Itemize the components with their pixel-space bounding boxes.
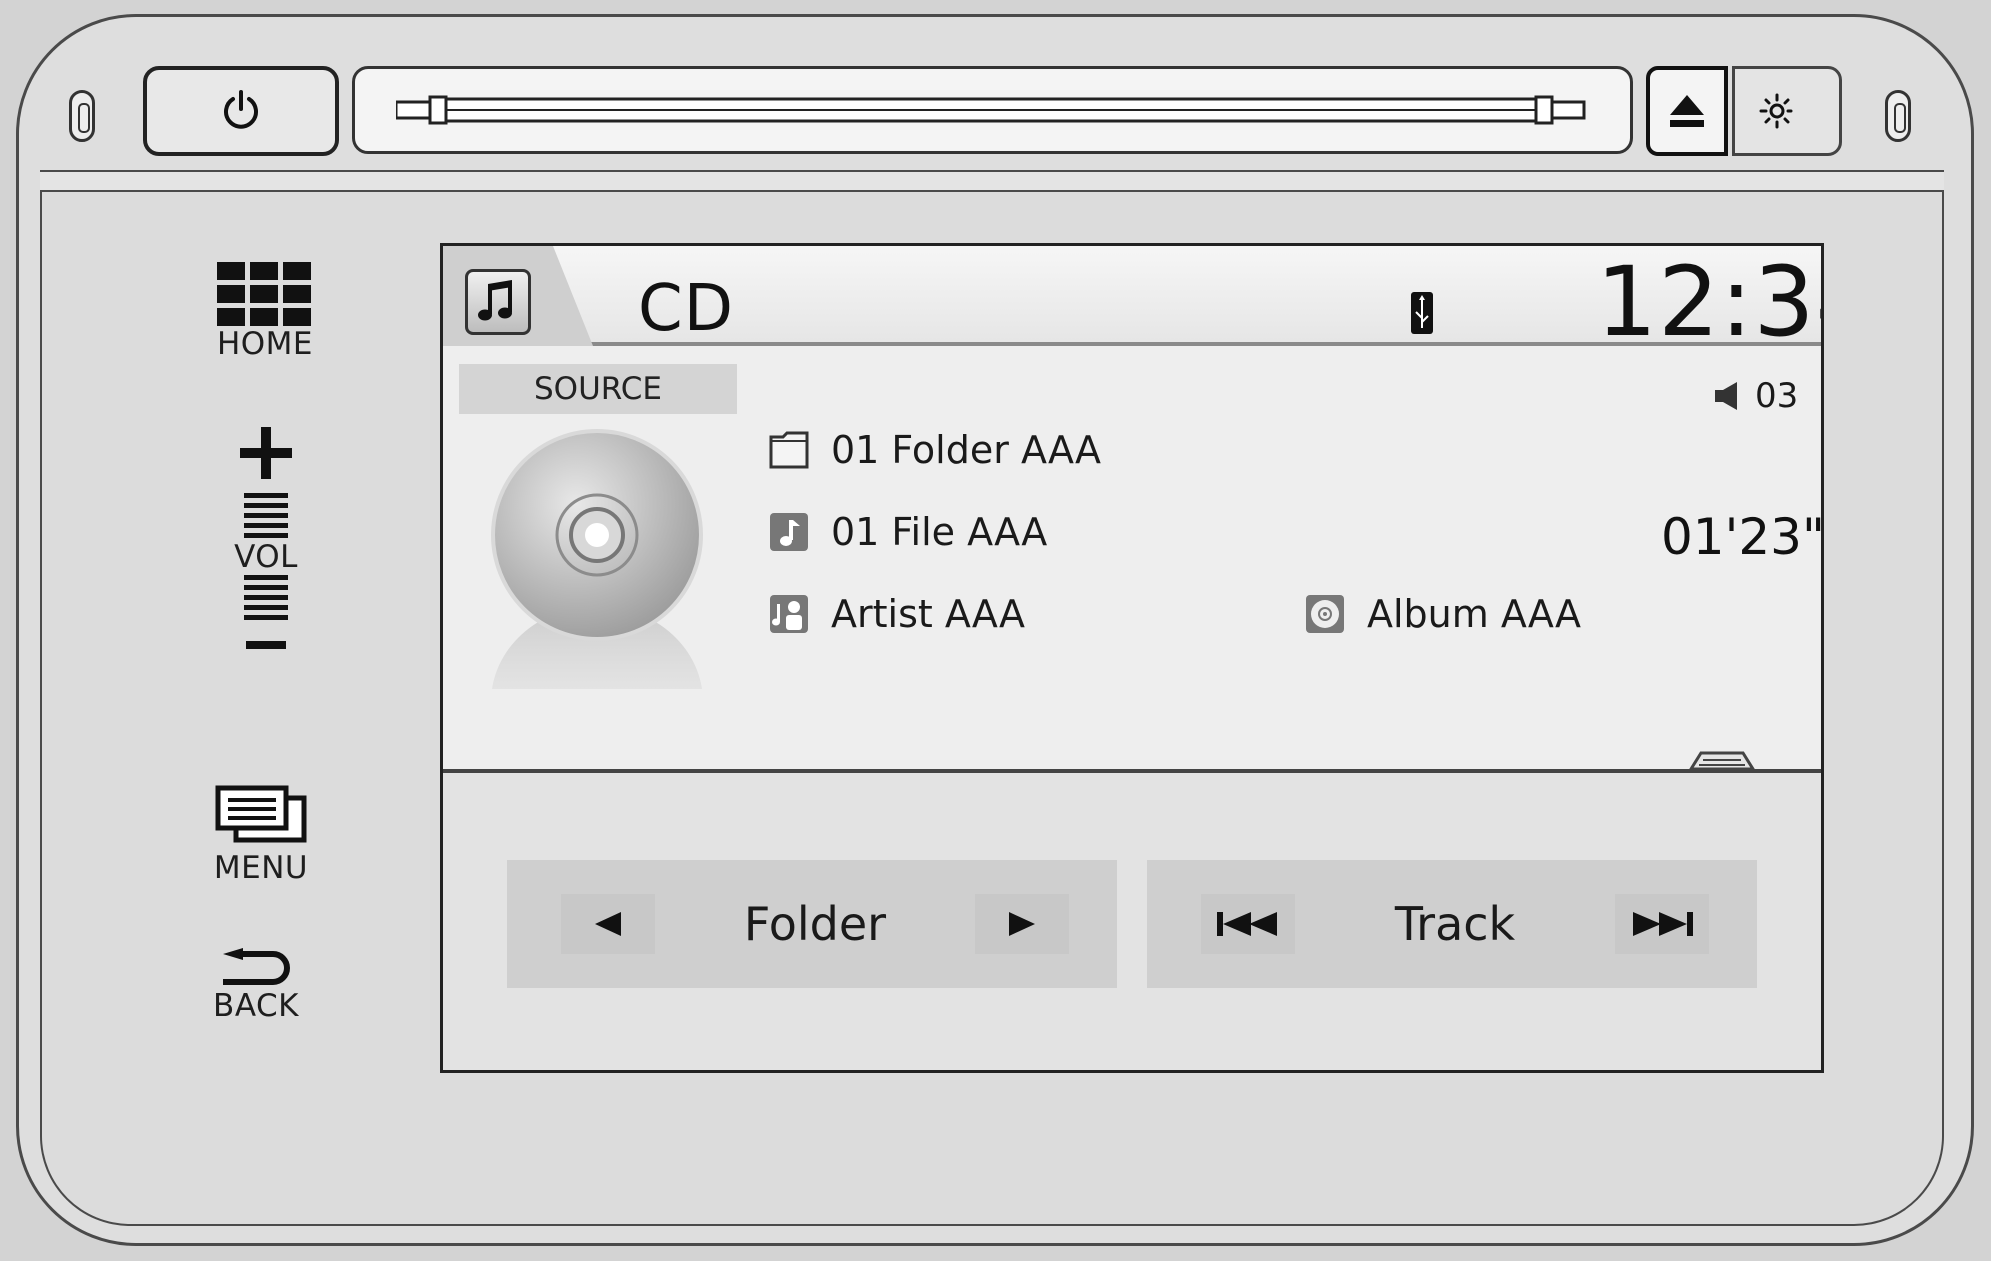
triangle-left-icon	[595, 912, 621, 936]
usb-icon	[1411, 292, 1433, 334]
source-button[interactable]: SOURCE	[459, 364, 737, 414]
pull-up-handle-icon[interactable]	[1679, 749, 1765, 771]
home-label: HOME	[216, 326, 314, 362]
artist-icon	[769, 594, 809, 634]
display-screen: CD 12:34 SOURCE 03 01	[440, 243, 1824, 1073]
folder-name: 01 Folder AAA	[831, 428, 1102, 472]
volume-bars-icon	[244, 575, 288, 620]
file-name: 01 File AAA	[831, 510, 1048, 554]
day-night-button[interactable]	[1732, 66, 1842, 156]
cd-disc-icon	[491, 429, 703, 689]
triangle-right-icon	[1009, 912, 1035, 936]
artist-row: Artist AAA	[769, 592, 1025, 636]
volume-label: VOL	[234, 539, 298, 575]
volume-bars-icon	[244, 493, 288, 538]
home-grid-icon	[217, 262, 311, 326]
divider-line	[443, 769, 1821, 773]
volume-readout: 03	[1713, 376, 1798, 416]
menu-icon	[215, 785, 307, 843]
artist-name: Artist AAA	[831, 592, 1025, 636]
folder-control: Folder	[507, 860, 1117, 988]
music-note-icon[interactable]	[465, 269, 531, 335]
album-name: Album AAA	[1367, 592, 1581, 636]
music-file-icon	[769, 512, 809, 552]
source-title: CD	[638, 272, 734, 346]
back-label: BACK	[213, 988, 299, 1024]
eject-button[interactable]	[1646, 66, 1728, 156]
folder-prev-button[interactable]	[561, 894, 655, 954]
album-icon	[1305, 594, 1345, 634]
day-night-icon	[1759, 93, 1811, 129]
elapsed-time: 01'23"	[1661, 508, 1824, 566]
disc-slot-opening	[396, 95, 1586, 125]
menu-button[interactable]: MENU	[196, 784, 326, 886]
power-icon	[224, 90, 258, 129]
screw-right-icon	[1885, 90, 1911, 142]
volume-level: 03	[1755, 376, 1799, 416]
folder-icon	[769, 430, 809, 470]
track-label: Track	[1394, 897, 1516, 951]
skip-forward-icon	[1633, 912, 1693, 936]
power-button[interactable]	[143, 66, 339, 156]
screw-left-icon	[69, 90, 95, 142]
album-row: Album AAA	[1305, 592, 1581, 636]
folder-row: 01 Folder AAA	[769, 428, 1101, 472]
menu-label: MENU	[213, 850, 309, 886]
track-next-button[interactable]	[1615, 894, 1709, 954]
folder-label: Folder	[743, 897, 887, 951]
skip-back-icon	[1217, 912, 1277, 936]
back-arrow-icon	[223, 948, 290, 985]
volume-up-icon[interactable]	[238, 425, 294, 481]
speaker-icon	[1715, 382, 1737, 410]
clock: 12:34	[1596, 246, 1821, 358]
folder-next-button[interactable]	[975, 894, 1069, 954]
home-button[interactable]: HOME	[200, 262, 330, 362]
faceplate-trim	[40, 170, 1944, 192]
track-prev-button[interactable]	[1201, 894, 1295, 954]
track-control: Track	[1147, 860, 1757, 988]
eject-icon	[1670, 95, 1704, 127]
file-row: 01 File AAA	[769, 510, 1047, 554]
volume-rocker[interactable]: VOL	[220, 425, 312, 665]
back-button[interactable]: BACK	[196, 948, 316, 1024]
volume-down-icon[interactable]	[244, 625, 288, 665]
